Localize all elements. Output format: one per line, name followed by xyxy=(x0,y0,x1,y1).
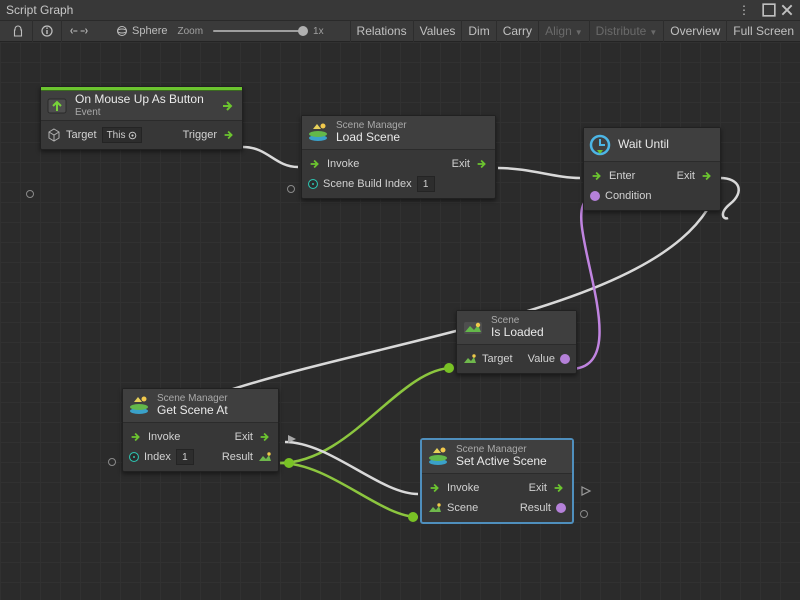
index-field[interactable]: 1 xyxy=(176,449,194,465)
event-icon xyxy=(45,94,69,118)
target-object[interactable]: Sphere xyxy=(116,25,167,37)
zoom-slider[interactable] xyxy=(213,30,303,32)
exit-label: Exit xyxy=(235,431,253,443)
invoke-label: Invoke xyxy=(447,482,479,494)
exit-port[interactable] xyxy=(700,169,714,183)
enter-port[interactable] xyxy=(590,169,604,183)
enter-label: Enter xyxy=(609,170,635,182)
scene-manager-icon xyxy=(306,121,330,145)
node-get-scene-at[interactable]: Scene Manager Get Scene At Invoke Exit I… xyxy=(122,388,279,472)
invoke-label: Invoke xyxy=(148,431,180,443)
invoke-label: Invoke xyxy=(327,158,359,170)
flow-out-icon xyxy=(286,433,298,445)
invoke-port[interactable] xyxy=(129,430,143,444)
ext-port[interactable] xyxy=(408,512,418,522)
value-label: Value xyxy=(528,353,555,365)
ext-port[interactable] xyxy=(26,190,34,198)
result-port[interactable] xyxy=(556,503,566,513)
exit-label: Exit xyxy=(452,158,470,170)
wait-icon xyxy=(588,133,612,157)
zoom-value: 1x xyxy=(313,26,324,37)
build-index-field[interactable]: 1 xyxy=(417,176,435,192)
node-wait-until[interactable]: Wait Until Enter Exit Condition xyxy=(583,127,721,211)
scene-mini-icon xyxy=(428,501,442,515)
index-port[interactable] xyxy=(129,452,139,462)
info-button[interactable] xyxy=(32,20,61,42)
build-index-label: Scene Build Index xyxy=(323,178,412,190)
trigger-port[interactable] xyxy=(222,128,236,142)
window-minimize-icon[interactable] xyxy=(762,3,776,17)
cube-icon xyxy=(47,128,61,142)
invoke-port[interactable] xyxy=(308,157,322,171)
toolbar: Sphere Zoom 1x Relations Values Dim Carr… xyxy=(0,20,800,42)
toolbar-carry[interactable]: Carry xyxy=(496,20,538,42)
exit-label: Exit xyxy=(677,170,695,182)
toolbar-values[interactable]: Values xyxy=(413,20,462,42)
target-label: Target xyxy=(482,353,513,365)
graph-mode-button[interactable] xyxy=(61,20,96,42)
scene-icon xyxy=(461,316,485,340)
toolbar-align[interactable]: Align▼ xyxy=(538,20,589,42)
node-title: Is Loaded xyxy=(491,326,544,340)
window-close-icon[interactable] xyxy=(780,3,794,17)
scene-manager-icon xyxy=(127,394,151,418)
exit-port[interactable] xyxy=(475,157,489,171)
toolbar-dim[interactable]: Dim xyxy=(461,20,495,42)
scene-mini-icon xyxy=(258,450,272,464)
target-field[interactable]: This xyxy=(102,127,143,143)
result-port[interactable] xyxy=(284,458,294,468)
exit-label: Exit xyxy=(529,482,547,494)
scene-manager-icon xyxy=(426,445,450,469)
exit-port[interactable] xyxy=(258,430,272,444)
ext-port[interactable] xyxy=(444,363,454,373)
window-options-icon[interactable]: ⋮ xyxy=(738,3,752,17)
node-title: Load Scene xyxy=(336,131,407,145)
ext-port[interactable] xyxy=(580,510,588,518)
condition-label: Condition xyxy=(605,190,651,202)
toolbar-distribute[interactable]: Distribute▼ xyxy=(589,20,664,42)
node-title: Get Scene At xyxy=(157,404,228,418)
invoke-port[interactable] xyxy=(428,481,442,495)
flow-out-icon xyxy=(580,485,592,497)
trigger-label: Trigger xyxy=(183,129,217,141)
value-port[interactable] xyxy=(560,354,570,364)
target-label: Target xyxy=(66,129,97,141)
target-object-name: Sphere xyxy=(132,25,167,37)
toolbar-overview[interactable]: Overview xyxy=(663,20,726,42)
node-title: On Mouse Up As Button xyxy=(75,93,204,107)
node-set-active-scene[interactable]: Scene Manager Set Active Scene Invoke Ex… xyxy=(421,439,573,523)
exit-port[interactable] xyxy=(552,481,566,495)
toolbar-relations[interactable]: Relations xyxy=(350,20,413,42)
node-subtitle: Event xyxy=(75,107,204,119)
zoom-label: Zoom xyxy=(177,26,203,37)
node-title: Set Active Scene xyxy=(456,455,547,469)
result-label: Result xyxy=(222,451,253,463)
index-label: Index xyxy=(144,451,171,463)
flow-out-icon xyxy=(220,98,236,114)
node-is-loaded[interactable]: Scene Is Loaded Target Value xyxy=(456,310,577,374)
node-on-mouse-up[interactable]: On Mouse Up As Button Event Target This xyxy=(40,86,243,150)
build-index-port[interactable] xyxy=(308,179,318,189)
result-label: Result xyxy=(520,502,551,514)
ext-port[interactable] xyxy=(108,458,116,466)
condition-port[interactable] xyxy=(590,191,600,201)
lock-button[interactable] xyxy=(4,20,32,42)
scene-label: Scene xyxy=(447,502,478,514)
window-title: Script Graph xyxy=(6,3,734,17)
scene-mini-icon xyxy=(463,352,477,366)
toolbar-fullscreen[interactable]: Full Screen xyxy=(726,20,800,42)
graph-canvas[interactable]: On Mouse Up As Button Event Target This xyxy=(0,42,800,600)
zoom-slider-knob[interactable] xyxy=(298,26,308,36)
node-load-scene[interactable]: Scene Manager Load Scene Invoke Exit Sce… xyxy=(301,115,496,199)
node-title: Wait Until xyxy=(618,138,669,152)
ext-port[interactable] xyxy=(287,185,295,193)
